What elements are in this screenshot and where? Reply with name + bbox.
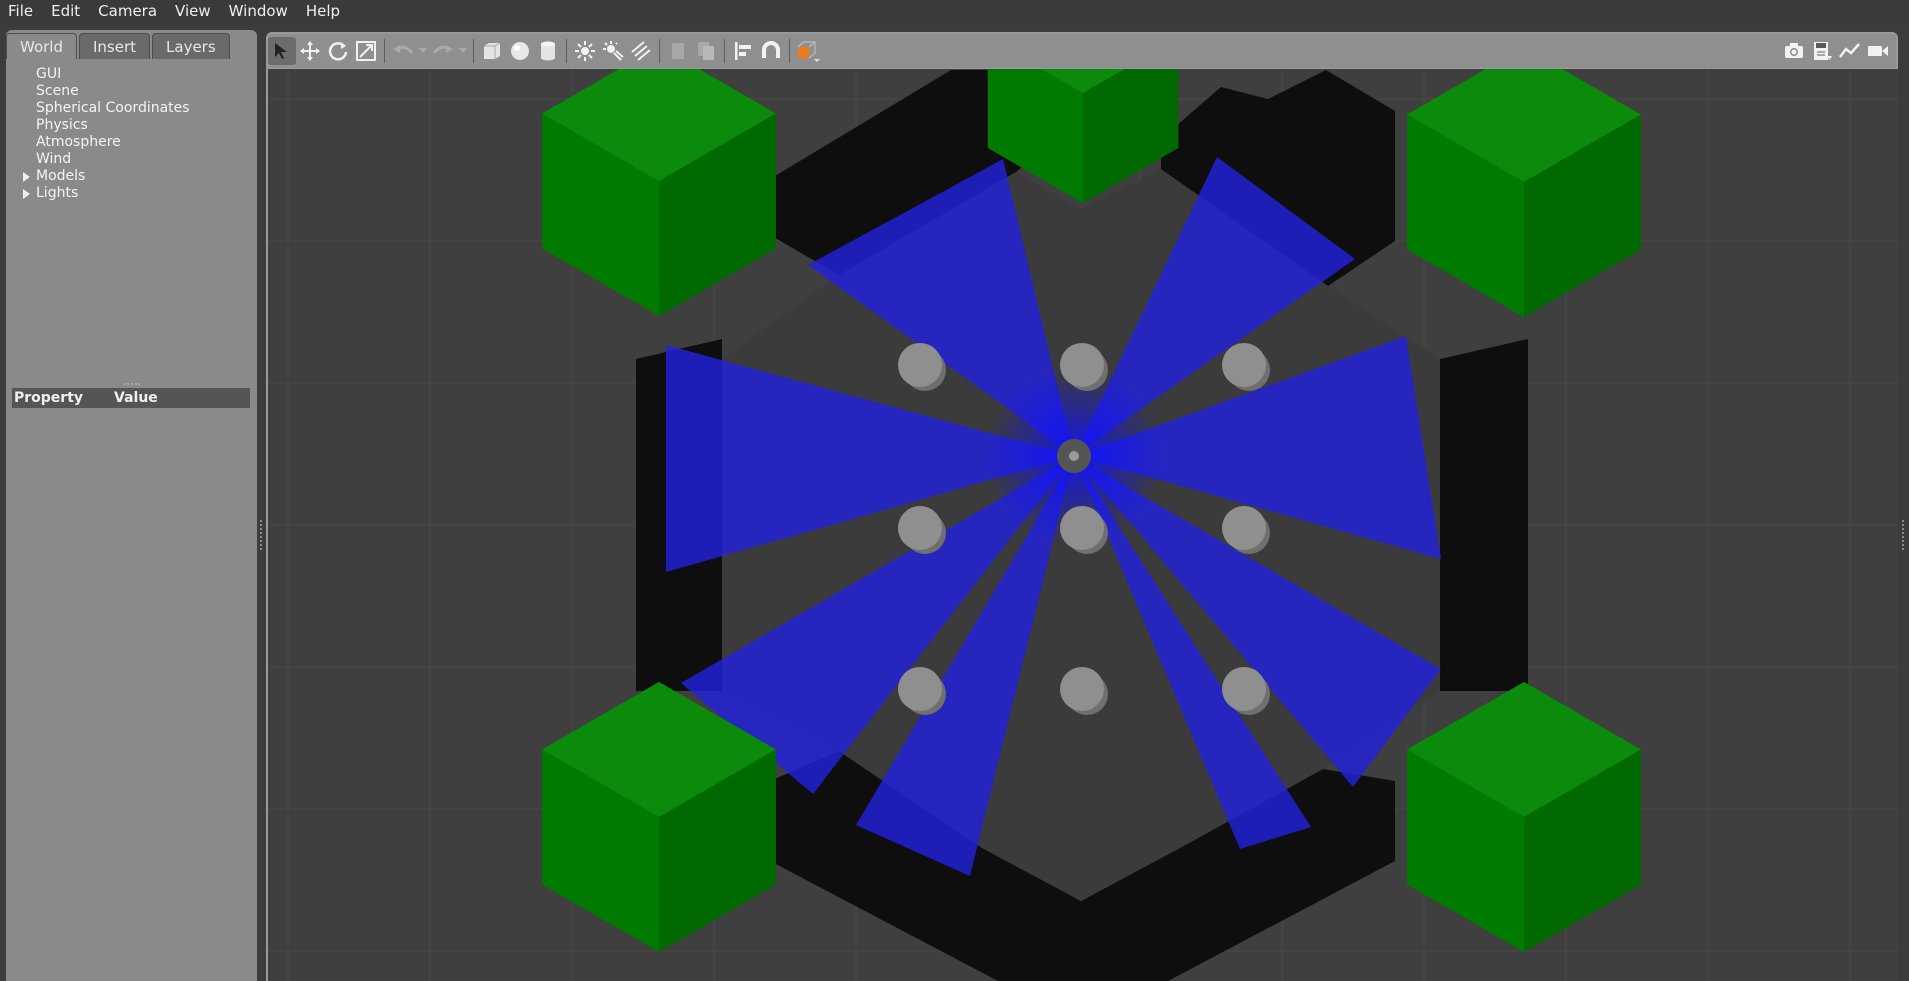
tree-item-physics[interactable]: Physics (10, 117, 190, 134)
log-icon[interactable] (1808, 37, 1836, 65)
screenshot-icon[interactable] (1780, 37, 1808, 65)
pillar (898, 667, 942, 711)
right-splitter-handle[interactable] (1902, 520, 1904, 550)
menu-bar: File Edit Camera View Window Help (0, 0, 1909, 22)
robot-sensor-center (1069, 451, 1079, 461)
menu-window[interactable]: Window (221, 0, 298, 22)
tree-item-label: Spherical Coordinates (36, 100, 190, 116)
point-light-icon[interactable] (571, 37, 599, 65)
sphere-shape-icon[interactable] (506, 37, 534, 65)
pillar (898, 343, 942, 387)
plot-icon[interactable] (1836, 37, 1864, 65)
undo-icon[interactable] (389, 37, 417, 65)
menu-edit[interactable]: Edit (43, 0, 90, 22)
redo-dropdown-icon[interactable] (457, 37, 469, 65)
tab-world[interactable]: World (6, 33, 77, 59)
tree-item-gui[interactable]: GUI (10, 66, 190, 83)
toolbar-separator (789, 39, 790, 63)
expand-arrow-icon[interactable] (23, 189, 30, 199)
tree-item-atmosphere[interactable]: Atmosphere (10, 134, 190, 151)
tree-item-label: Physics (36, 117, 88, 133)
value-column-header: Value (114, 390, 158, 406)
pillar (1222, 667, 1266, 711)
align-icon[interactable] (729, 37, 757, 65)
snap-magnet-icon[interactable] (757, 37, 785, 65)
cylinder-shape-icon[interactable] (534, 37, 562, 65)
directional-light-icon[interactable] (627, 37, 655, 65)
tree-item-lights[interactable]: Lights (10, 185, 190, 202)
video-record-icon[interactable] (1864, 37, 1892, 65)
wall-right (1440, 339, 1528, 691)
view-angle-icon[interactable] (794, 37, 822, 65)
scene-canvas[interactable] (268, 69, 1898, 981)
tab-layers[interactable]: Layers (152, 33, 230, 59)
menu-view[interactable]: View (167, 0, 221, 22)
pillar (1060, 343, 1104, 387)
toolbar-separator (659, 39, 660, 63)
menu-help[interactable]: Help (298, 0, 350, 22)
property-column-header: Property (14, 390, 84, 406)
translate-icon[interactable] (296, 37, 324, 65)
pillar (1222, 343, 1266, 387)
properties-header: Property Value (12, 388, 250, 408)
tree-item-label: Lights (36, 185, 79, 201)
pillar (1222, 506, 1266, 550)
pillar (1060, 506, 1104, 550)
tree-item-label: GUI (36, 66, 62, 82)
green-cube (1407, 69, 1641, 317)
copy-icon[interactable] (664, 37, 692, 65)
select-arrow-icon[interactable] (268, 37, 296, 65)
tree-item-label: Wind (36, 151, 72, 167)
green-cube (1407, 682, 1641, 952)
toolbar (268, 34, 1896, 68)
toolbar-separator (473, 39, 474, 63)
paste-icon[interactable] (692, 37, 720, 65)
tree-item-scene[interactable]: Scene (10, 83, 190, 100)
panel-splitter-handle[interactable] (124, 383, 140, 385)
tree-item-label: Atmosphere (36, 134, 121, 150)
spot-light-icon[interactable] (599, 37, 627, 65)
tree-item-spherical-coordinates[interactable]: Spherical Coordinates (10, 100, 190, 117)
tab-insert[interactable]: Insert (79, 33, 151, 59)
expand-arrow-icon[interactable] (23, 172, 30, 182)
green-cube (542, 69, 776, 316)
left-panel-tabs: World Insert Layers (6, 33, 232, 59)
rotate-icon[interactable] (324, 37, 352, 65)
tree-item-label: Models (36, 168, 86, 184)
undo-dropdown-icon[interactable] (417, 37, 429, 65)
tree-item-models[interactable]: Models (10, 168, 190, 185)
pillar (898, 506, 942, 550)
toolbar-separator (724, 39, 725, 63)
tree-item-label: Scene (36, 83, 79, 99)
3d-viewport[interactable] (268, 69, 1898, 981)
scale-icon[interactable] (352, 37, 380, 65)
tree-item-wind[interactable]: Wind (10, 151, 190, 168)
toolbar-separator (566, 39, 567, 63)
box-shape-icon[interactable] (478, 37, 506, 65)
redo-icon[interactable] (429, 37, 457, 65)
toolbar-right-group (1780, 37, 1892, 65)
menu-file[interactable]: File (0, 0, 43, 22)
menu-camera[interactable]: Camera (90, 0, 167, 22)
left-splitter-handle[interactable] (260, 520, 262, 550)
toolbar-separator (384, 39, 385, 63)
world-tree: GUI Scene Spherical Coordinates Physics … (10, 66, 190, 202)
pillar (1060, 667, 1104, 711)
